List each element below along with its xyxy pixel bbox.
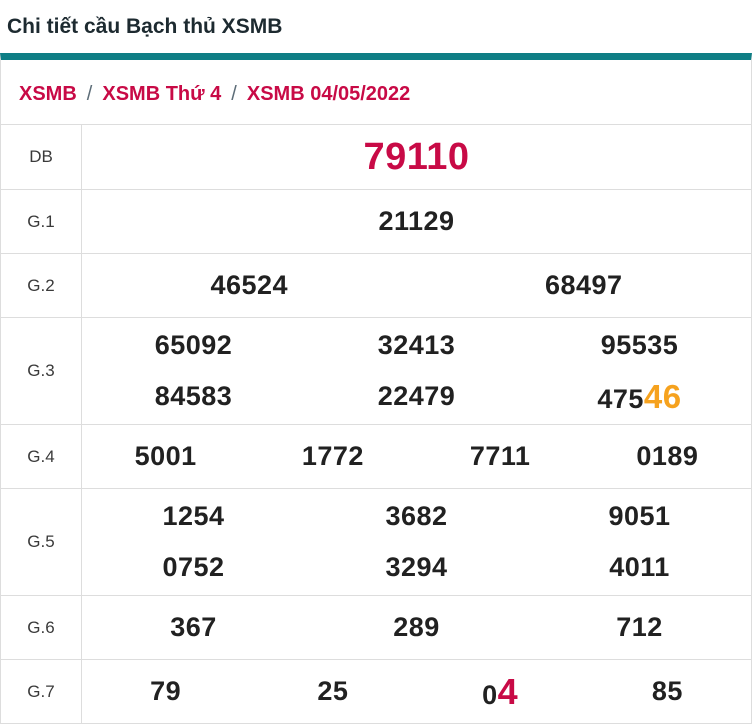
prize-label: G.2 xyxy=(1,254,82,317)
results-card: XSMB / XSMB Thứ 4 / XSMB 04/05/2022 DB 79… xyxy=(0,53,752,724)
value-segment: 65092 xyxy=(154,330,233,360)
value-segment: 1772 xyxy=(301,441,364,471)
value-segment: 5001 xyxy=(134,441,197,471)
prize-values: 79110 xyxy=(82,125,751,189)
value-segment: 21129 xyxy=(378,206,455,236)
prize-value: 46524 xyxy=(82,270,417,301)
prize-value: 9051 xyxy=(528,501,751,532)
prize-value: 47546 xyxy=(528,378,751,416)
value-segment: 84583 xyxy=(154,381,233,411)
highlight-digit: 4 xyxy=(497,670,519,712)
value-segment: 712 xyxy=(616,612,663,642)
prize-table: DB 79110 G.1 21129 G.2 46524 68497 G.3 65092 3241… xyxy=(1,125,751,723)
value-segment: 25 xyxy=(317,676,349,706)
value-segment: 22479 xyxy=(377,381,456,411)
prize-values: 5001 1772 7711 0189 xyxy=(82,425,751,488)
prize-values: 79 25 04 85 xyxy=(82,660,751,723)
prize-label: DB xyxy=(1,125,82,189)
value-line: 21129 xyxy=(82,192,751,251)
value-segment: 95535 xyxy=(600,330,679,360)
prize-value: 79 xyxy=(82,676,249,707)
prize-label: G.4 xyxy=(1,425,82,488)
prize-label: G.3 xyxy=(1,318,82,424)
value-segment: 7711 xyxy=(469,441,531,471)
value-line: 79 25 04 85 xyxy=(82,662,751,721)
prize-label: G.1 xyxy=(1,190,82,253)
value-segment: 289 xyxy=(393,612,440,642)
value-segment: 1254 xyxy=(162,501,225,531)
prize-value: 85 xyxy=(584,676,751,707)
value-segment: 46524 xyxy=(210,270,289,300)
value-segment: 0189 xyxy=(636,441,699,471)
prize-value: 4011 xyxy=(528,552,751,583)
breadcrumb-link-date[interactable]: XSMB 04/05/2022 xyxy=(247,83,410,106)
value-segment: 79 xyxy=(150,676,182,706)
prize-value: 1772 xyxy=(249,441,416,472)
prize-value: 1254 xyxy=(82,501,305,532)
value-segment: 0 xyxy=(482,679,498,710)
value-segment: 85 xyxy=(651,676,683,706)
prize-value: 3682 xyxy=(305,501,528,532)
prize-value: 22479 xyxy=(305,381,528,412)
prize-value: 7711 xyxy=(417,441,584,472)
prize-value: 5001 xyxy=(82,441,249,472)
value-line: 79110 xyxy=(82,127,751,187)
prize-row: DB 79110 xyxy=(1,125,751,189)
prize-value: 712 xyxy=(528,612,751,643)
prize-value: 95535 xyxy=(528,330,751,361)
value-segment: 3682 xyxy=(385,501,448,531)
prize-values: 65092 32413 95535 84583 22479 47546 xyxy=(82,318,751,424)
prize-row: G.2 46524 68497 xyxy=(1,253,751,317)
value-segment: 9051 xyxy=(608,501,671,531)
prize-value: 0189 xyxy=(584,441,751,472)
page-title: Chi tiết cầu Bạch thủ XSMB xyxy=(7,15,283,38)
prize-value: 84583 xyxy=(82,381,305,412)
highlight-digit: 79110 xyxy=(363,135,470,178)
prize-label: G.7 xyxy=(1,660,82,723)
value-line: 5001 1772 7711 0189 xyxy=(82,427,751,486)
prize-label: G.6 xyxy=(1,596,82,659)
prize-label: G.5 xyxy=(1,489,82,595)
prize-value: 21129 xyxy=(82,206,751,237)
highlight-digit: 46 xyxy=(643,377,682,415)
breadcrumb-separator: / xyxy=(231,82,237,105)
value-line: 65092 32413 95535 xyxy=(82,320,751,371)
prize-values: 367 289 712 xyxy=(82,596,751,659)
breadcrumb: XSMB / XSMB Thứ 4 / XSMB 04/05/2022 xyxy=(1,60,751,125)
prize-value: 04 xyxy=(417,671,584,713)
breadcrumb-separator: / xyxy=(86,82,93,105)
prize-value: 0752 xyxy=(82,552,305,583)
value-segment: 367 xyxy=(170,612,217,642)
breadcrumb-link-weekday[interactable]: XSMB Thứ 4 xyxy=(102,83,221,106)
prize-value: 32413 xyxy=(305,330,528,361)
prize-value: 79110 xyxy=(82,136,751,179)
prize-value: 367 xyxy=(82,612,305,643)
prize-value: 65092 xyxy=(82,330,305,361)
prize-row: G.4 5001 1772 7711 0189 xyxy=(1,424,751,488)
prize-values: 21129 xyxy=(82,190,751,253)
value-line: 367 289 712 xyxy=(82,598,751,657)
prize-values: 1254 3682 9051 0752 3294 4011 xyxy=(82,489,751,595)
prize-row: G.5 1254 3682 9051 0752 3294 4011 xyxy=(1,488,751,595)
prize-value: 3294 xyxy=(305,552,528,583)
value-segment: 0752 xyxy=(162,552,225,582)
prize-value: 289 xyxy=(305,612,528,643)
value-segment: 4011 xyxy=(609,552,670,582)
prize-row: G.3 65092 32413 95535 84583 22479 47546 xyxy=(1,317,751,424)
value-segment: 475 xyxy=(597,383,644,414)
prize-value: 68497 xyxy=(417,270,752,301)
prize-value: 25 xyxy=(249,676,416,707)
value-line: 1254 3682 9051 xyxy=(82,491,751,542)
value-segment: 3294 xyxy=(385,552,448,582)
breadcrumb-link-xsmb[interactable]: XSMB xyxy=(19,83,77,106)
prize-row: G.1 21129 xyxy=(1,189,751,253)
value-segment: 68497 xyxy=(544,270,623,300)
value-segment: 32413 xyxy=(377,330,456,360)
value-line: 46524 68497 xyxy=(82,256,751,315)
value-line: 0752 3294 4011 xyxy=(82,542,751,593)
prize-values: 46524 68497 xyxy=(82,254,751,317)
prize-row: G.7 79 25 04 85 xyxy=(1,659,751,723)
prize-row: G.6 367 289 712 xyxy=(1,595,751,659)
value-line: 84583 22479 47546 xyxy=(82,371,751,422)
